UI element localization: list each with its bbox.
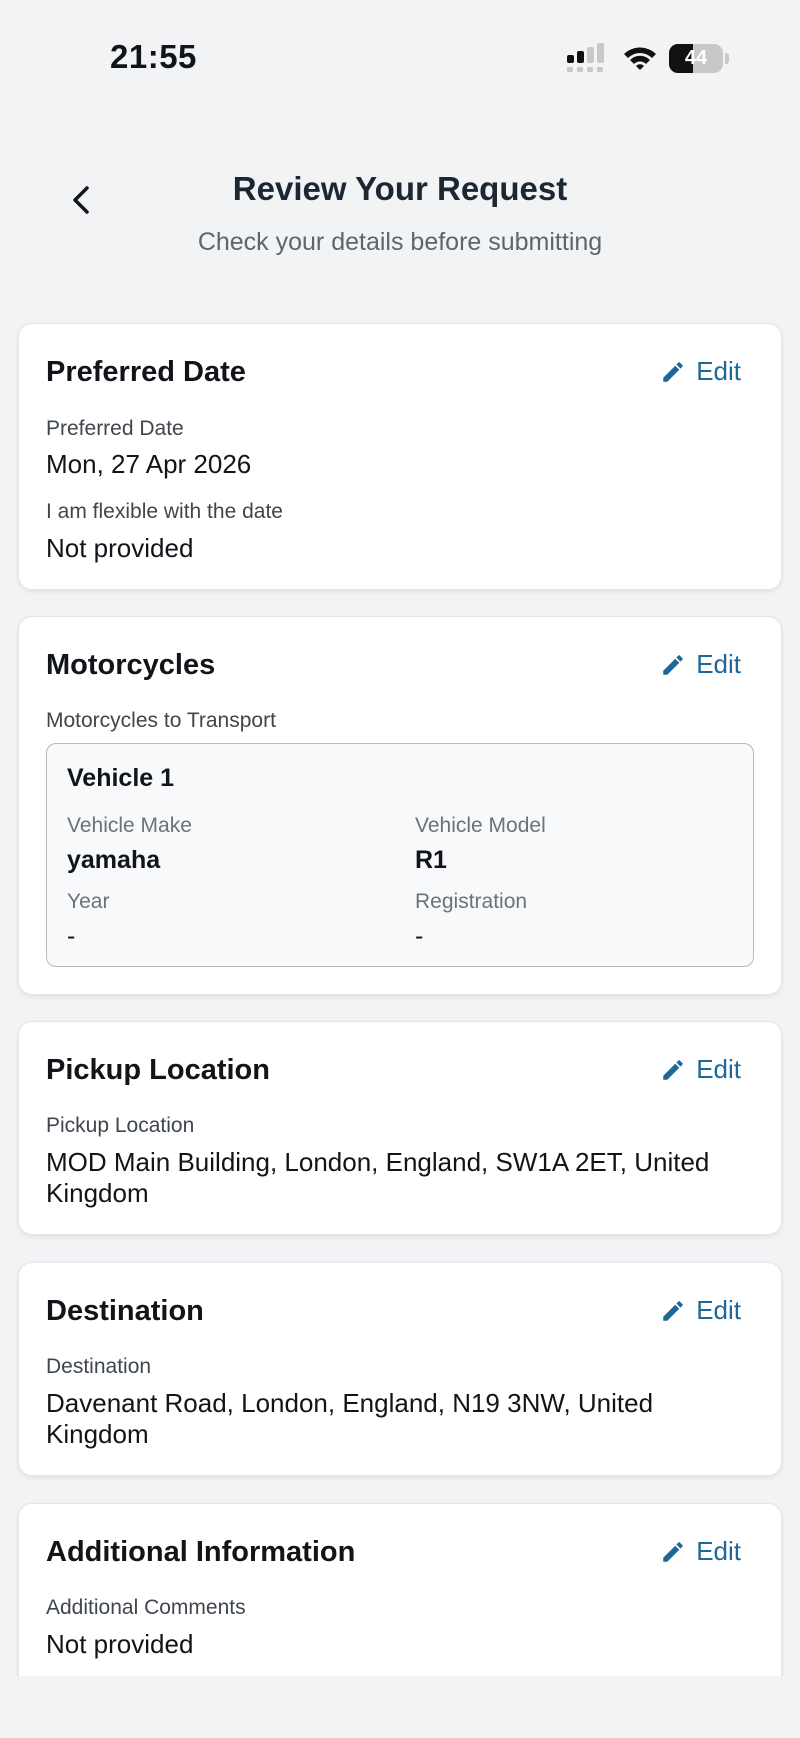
pencil-icon <box>663 1300 683 1321</box>
edit-label: Edit <box>696 1536 741 1566</box>
additional-information-card: Additional Information Edit Additional C… <box>18 1503 782 1703</box>
pencil-icon <box>663 1541 683 1562</box>
edit-label: Edit <box>696 356 741 386</box>
page-subtitle: Check your details before submitting <box>197 228 603 256</box>
field-label: I am flexible with the date <box>46 500 283 523</box>
battery-icon: 44 <box>669 44 729 73</box>
vehicle-year-label: Year <box>67 890 110 913</box>
preferred-date-card: Preferred Date Edit Preferred Date Mon, … <box>18 323 782 590</box>
edit-motorcycles-button[interactable]: Edit <box>660 649 741 680</box>
field-label: Pickup Location <box>46 1114 195 1137</box>
card-title: Pickup Location <box>46 1054 270 1086</box>
pickup-location-card: Pickup Location Edit Pickup Location MOD… <box>18 1021 782 1235</box>
field-value: Not provided <box>46 533 194 563</box>
edit-label: Edit <box>696 649 741 679</box>
vehicle-registration-value: - <box>415 922 424 950</box>
field-label: Destination <box>46 1355 152 1378</box>
edit-additional-information-button[interactable]: Edit <box>660 1536 741 1567</box>
field-label: Preferred Date <box>46 417 184 440</box>
vehicle-make-label: Vehicle Make <box>67 814 192 837</box>
edit-destination-button[interactable]: Edit <box>660 1295 741 1326</box>
status-bar: 21:55 44 <box>0 0 800 120</box>
destination-card: Destination Edit Destination Davenant Ro… <box>18 1262 782 1476</box>
vehicle-title: Vehicle 1 <box>67 764 175 792</box>
field-value: Not provided <box>46 1629 194 1659</box>
pickup-address-line: MOD Main Building, London, England, SW1A… <box>46 1147 710 1177</box>
edit-label: Edit <box>696 1295 741 1325</box>
field-label: Additional Comments <box>46 1596 246 1619</box>
vehicle-model-value: R1 <box>415 846 447 874</box>
status-time: 21:55 <box>110 38 197 75</box>
wifi-icon <box>624 47 656 70</box>
page-header: Review Your Request Check your details b… <box>0 160 800 270</box>
card-title: Destination <box>46 1295 204 1327</box>
vehicle-item: Vehicle 1 Vehicle Make yamaha Vehicle Mo… <box>46 743 754 967</box>
edit-pickup-location-button[interactable]: Edit <box>660 1054 741 1085</box>
vehicle-year-value: - <box>67 922 76 950</box>
card-title: Preferred Date <box>46 356 246 388</box>
card-title: Motorcycles <box>46 649 216 681</box>
vehicle-registration-label: Registration <box>415 890 528 913</box>
card-title: Additional Information <box>46 1536 356 1568</box>
cellular-signal-icon <box>567 43 604 72</box>
vehicle-model-label: Vehicle Model <box>415 814 546 837</box>
destination-address-line: Davenant Road, London, England, N19 3NW,… <box>46 1388 654 1418</box>
pencil-icon <box>663 361 683 382</box>
edit-preferred-date-button[interactable]: Edit <box>660 356 741 387</box>
pencil-icon <box>663 654 683 675</box>
field-value: Mon, 27 Apr 2026 <box>46 449 252 479</box>
battery-percentage: 44 <box>684 47 708 69</box>
motorcycles-card: Motorcycles Edit Motorcycles to Transpor… <box>18 616 782 995</box>
destination-address-line: Kingdom <box>46 1419 149 1449</box>
field-label: Motorcycles to Transport <box>46 709 276 732</box>
pickup-address-line: Kingdom <box>46 1178 149 1208</box>
edit-label: Edit <box>696 1054 741 1084</box>
vehicle-make-value: yamaha <box>67 846 161 874</box>
pencil-icon <box>663 1059 683 1080</box>
page-title: Review Your Request <box>232 170 568 207</box>
bottom-area <box>0 1676 800 1738</box>
